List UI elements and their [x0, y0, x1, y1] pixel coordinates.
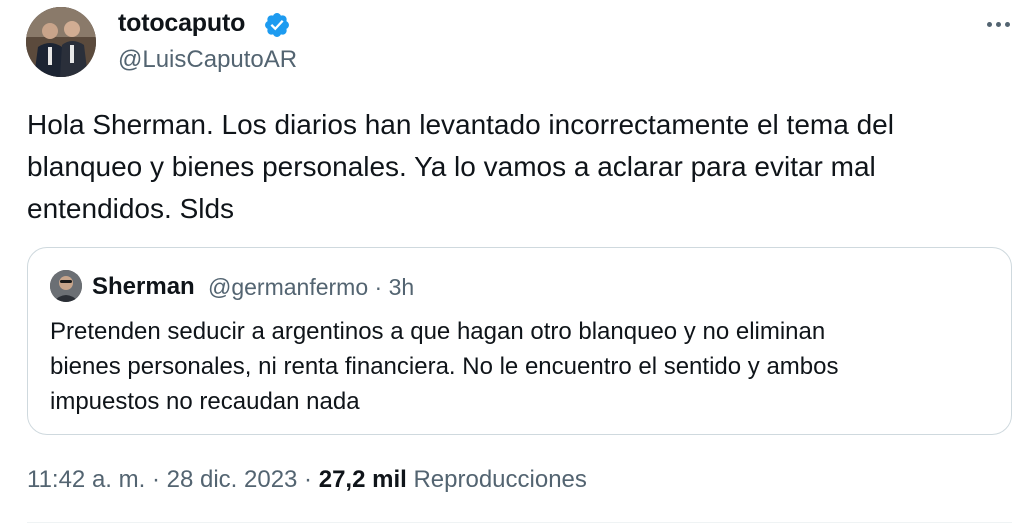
quoted-author-name[interactable]: Sherman: [92, 273, 195, 301]
view-count: 27,2 mil: [318, 466, 407, 493]
tweet-text: Hola Sherman. Los diarios han levantado …: [27, 109, 894, 224]
more-dot: [995, 21, 1001, 27]
more-dot: [986, 21, 992, 27]
quoted-avatar[interactable]: [50, 270, 82, 302]
tweet-footer: 11:42 a. m. · 28 dic. 2023 · 27,2 mil Re…: [27, 466, 587, 494]
divider: [27, 522, 1012, 523]
views-label[interactable]: Reproducciones: [413, 466, 586, 493]
quoted-tweet[interactable]: Sherman @germanfermo · 3h Pretenden sedu…: [27, 247, 1012, 435]
verified-badge-icon: [265, 13, 289, 37]
more-dot: [1004, 21, 1010, 27]
tweet-timestamp[interactable]: 11:42 a. m. · 28 dic. 2023 ·: [27, 466, 319, 493]
author-avatar[interactable]: [26, 7, 96, 77]
quoted-avatar-image: [50, 270, 82, 302]
author-avatar-image: [26, 7, 96, 77]
author-handle[interactable]: @LuisCaputoAR: [118, 46, 297, 74]
quoted-tweet-text: Pretenden seducir a argentinos a que hag…: [50, 318, 839, 415]
tweet-card: totocaputo @LuisCaputoAR Hola Sherman. L…: [0, 0, 1024, 530]
quoted-author-meta: @germanfermo · 3h: [208, 274, 415, 300]
more-options-icon[interactable]: [984, 14, 1012, 34]
author-name[interactable]: totocaputo: [118, 9, 245, 38]
